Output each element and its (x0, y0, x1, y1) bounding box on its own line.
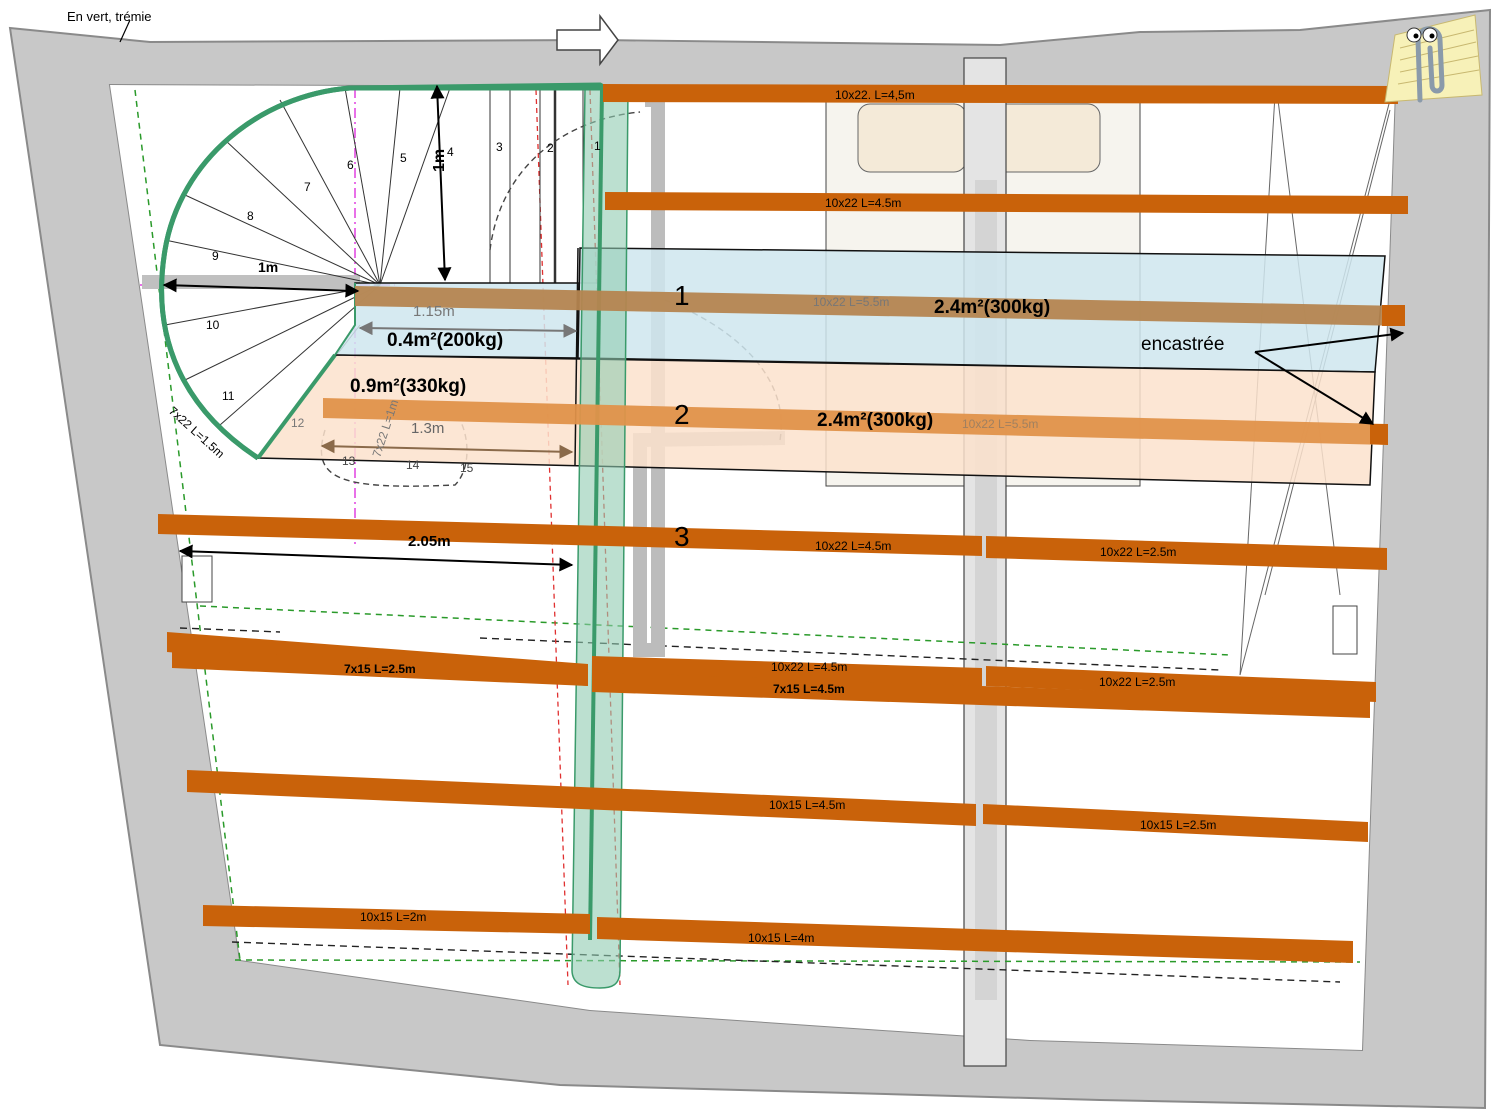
step-1: 1 (594, 139, 601, 153)
floor-plan-canvas: En vert, trémie 1 2 3 4 5 6 7 8 9 10 11 … (0, 0, 1495, 1113)
room-floor (110, 85, 1395, 1050)
step-12: 12 (291, 416, 305, 430)
beam-label-11: 10x15 L=4.5m (769, 798, 845, 812)
dim-1m-vertical: 1m (431, 149, 448, 172)
dim-1m-horizontal: 1m (258, 259, 278, 275)
beam-label-5: 10x22 L=4.5m (815, 539, 891, 553)
right-box (1332, 605, 1358, 655)
area-small-label: 0.4m²(200kg) (387, 330, 503, 351)
beam-label-9: 7x15 L=4.5m (773, 682, 845, 696)
left-box (181, 555, 213, 603)
step-9: 9 (212, 249, 219, 263)
area-mid-label: 0.9m²(330kg) (350, 376, 466, 397)
step-5: 5 (400, 151, 407, 165)
beam-label-2: 10x22 L=4.5m (825, 196, 901, 210)
dim-1-3m: 1.3m (411, 420, 444, 437)
beam-label-6: 10x22 L=2.5m (1100, 545, 1176, 559)
step-13: 13 (342, 454, 356, 468)
step-8: 8 (247, 209, 254, 223)
zone-1-number: 1 (674, 280, 690, 311)
beam-4-end (1370, 424, 1388, 445)
step-6: 6 (347, 158, 354, 172)
beam-label-8: 10x22 L=4.5m (771, 660, 847, 674)
note-text: En vert, trémie (67, 9, 152, 24)
zone-3-number: 3 (674, 521, 690, 552)
area-2-label: 2.4m²(300kg) (817, 410, 933, 431)
step-2: 2 (547, 141, 554, 155)
sink-left (857, 103, 967, 173)
beam-label-7: 7x15 L=2.5m (344, 662, 416, 676)
step-14: 14 (406, 458, 420, 472)
beam-label-4: 10x22 L=5.5m (962, 417, 1038, 431)
beam-label-12: 10x15 L=2.5m (1140, 818, 1216, 832)
dim-1-15m: 1.15m (413, 303, 455, 320)
step-15: 15 (460, 461, 474, 475)
step-7: 7 (304, 180, 311, 194)
step-3: 3 (496, 140, 503, 154)
beam-label-1: 10x22. L=4,5m (835, 88, 915, 102)
beam-label-3: 10x22 L=5.5m (813, 295, 889, 309)
dim-2-05m: 2.05m (408, 533, 451, 550)
beam-1 (603, 84, 1398, 104)
step-10: 10 (206, 318, 220, 332)
beam-label-10: 10x22 L=2.5m (1099, 675, 1175, 689)
beam-label-13: 10x15 L=2m (360, 910, 426, 924)
beam-label-14: 10x15 L=4m (748, 931, 814, 945)
zone-2-number: 2 (674, 399, 690, 430)
callout-label: encastrée (1141, 334, 1224, 355)
sink-right (991, 103, 1101, 173)
beam-3-end (1382, 305, 1405, 326)
floor-plan-drawing: En vert, trémie 1 2 3 4 5 6 7 8 9 10 11 … (8, 8, 1492, 1110)
step-11: 11 (222, 389, 235, 403)
step-4: 4 (447, 145, 454, 159)
area-1-label: 2.4m²(300kg) (934, 297, 1050, 318)
